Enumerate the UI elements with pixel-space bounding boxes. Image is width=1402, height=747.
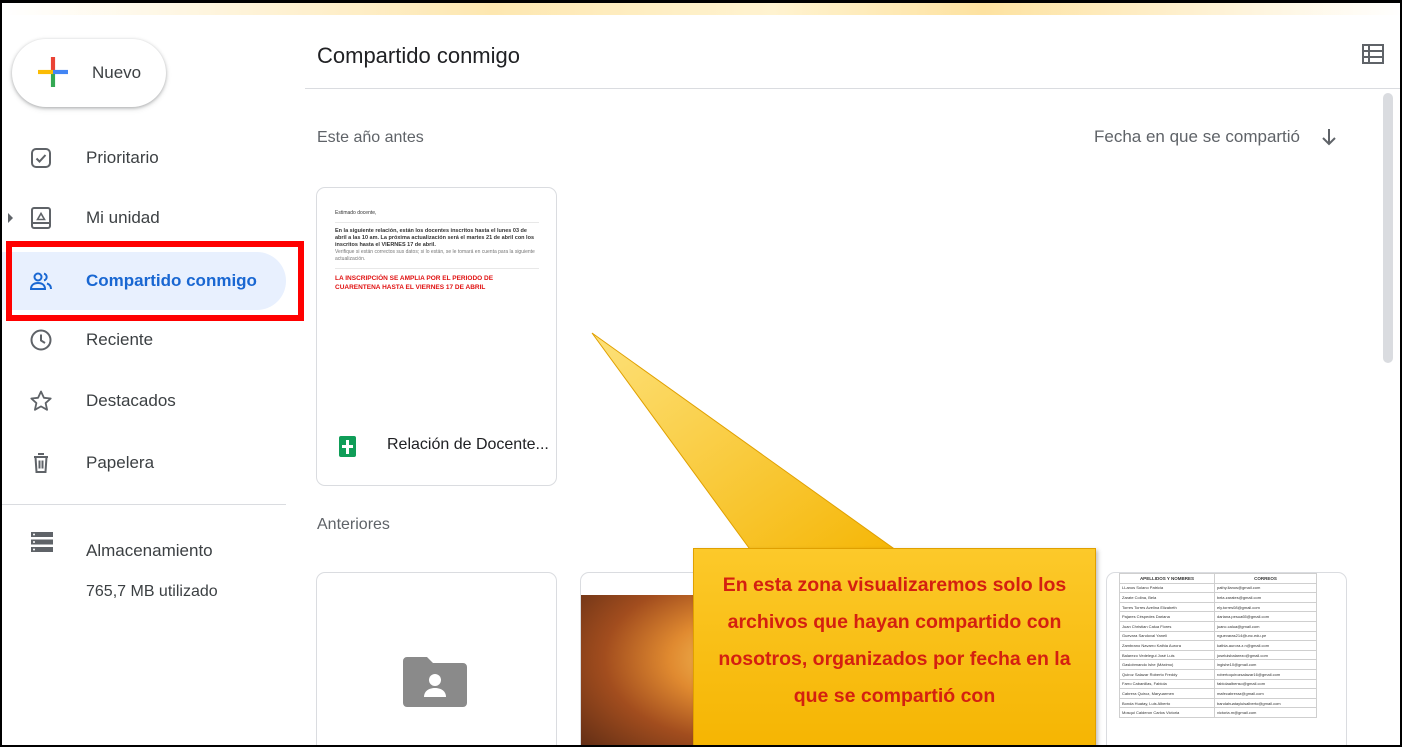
priority-check-icon [31,148,51,168]
table-row: Balarezo Vedelegui José Luis joseluisbala… [1119,649,1318,661]
table-row: Zarate Colina, Bela bela.zarates@gmail.co… [1119,592,1318,603]
table-row: Cabrera Quiroz, Maryuarmen mafecabreraz@g… [1119,688,1318,699]
section-heading: Este año antes [317,129,424,146]
expand-arrow-icon[interactable] [7,212,15,224]
section-heading: Anteriores [317,516,390,533]
file-name: Relación de Docente... [387,436,549,453]
top-decoration [2,3,1400,15]
table-cell: Quiroz Salazar Roberto Freddy [1119,668,1215,680]
table-cell: bandahuatayluisalberto@gmail.com [1213,697,1318,709]
sheet-thumbnail: APELLIDOS Y NOMBRES CORREOS LLanos Solano… [1119,573,1318,718]
page-title: Compartido conmigo [317,43,520,68]
star-icon [30,390,52,411]
sidebar-item-label: Reciente [86,330,154,349]
sheets-icon [339,436,356,457]
clock-icon [30,329,52,351]
table-cell: robertoquirozsalazar16@gmail.com [1213,668,1318,680]
sidebar-item-label: Prioritario [86,148,159,167]
sort-button[interactable]: Fecha en que se compartió [1094,127,1300,147]
table-row: LLanos Solano Patricia pathy.llanos@gmail… [1119,582,1318,594]
preview-red-text: LA INSCRIPCIÓN SE AMPLIA POR EL PERIODO … [335,275,494,291]
new-button[interactable]: Nuevo [12,39,166,107]
table-row: Juan Christian Calua Flores juanc.calua@g… [1119,620,1318,632]
callout-box: En esta zona visualizaremos solo los arc… [693,548,1096,745]
sidebar-item-label: Mi unidad [86,208,160,227]
drive-icon [31,207,51,229]
table-cell: Zarate Colina, Bela [1119,592,1215,603]
sidebar-item-priority[interactable]: Prioritario [2,129,286,187]
table-cell: Guevara Sandoval Yaneli [1119,630,1215,642]
header-divider [305,88,1400,89]
file-card[interactable]: Estimado docente, En la siguiente relaci… [316,187,557,486]
sheet-card[interactable]: APELLIDOS Y NOMBRES CORREOS LLanos Solano… [1106,572,1347,745]
table-cell: dariana.pesua65@gmail.com [1213,611,1318,622]
table-row: Torres Torres Avelina Elizabeth ely.torre… [1119,601,1318,613]
window-frame: Nuevo Prioritario Mi unidad Compartido c… [0,0,1402,747]
storage-used: 765,7 MB utilizado [86,583,218,600]
table-cell: victoria.m@gmail.com [1213,707,1318,718]
preview-text: En la siguiente relación, están los doce… [335,228,535,248]
shared-folder-icon [403,657,467,707]
table-cell: Balarezo Vedelegui José Luis [1119,649,1215,661]
sidebar-item-my-drive[interactable]: Mi unidad [2,189,286,247]
table-row: Farro Cabanillas, Fabiola fabiolaalbenso@… [1119,678,1318,690]
plus-icon [38,57,68,87]
table-cell: ely.torres08@gmail.com [1213,601,1318,613]
table-row: Bonda Huatay, Luis Alberto bandahuataylui… [1119,697,1318,709]
new-button-label: Nuevo [92,63,142,82]
table-row: Quiroz Salazar Roberto Freddy robertoquir… [1119,668,1318,680]
trash-icon [34,453,48,473]
table-row: Gaslobmando Ishe (Máximo) ingishe10@gmail… [1119,659,1318,670]
sidebar-item-label: Papelera [86,453,155,472]
callout-text: En esta zona visualizaremos solo los arc… [718,574,1071,707]
table-row: Zambrano Navarro Kathia Aurora kathia.aur… [1119,640,1318,651]
table-cell: joseluisbalarezo@gmail.com [1213,649,1318,661]
table-cell: Zambrano Navarro Kathia Aurora [1119,640,1215,651]
file-card-footer: Relación de Docente... [317,419,556,485]
table-cell: LLanos Solano Patricia [1119,582,1215,594]
table-cell: Pajares Céspedes Dariana [1119,611,1215,622]
scrollbar[interactable] [1383,93,1393,363]
table-cell: nguevaras214@unc.edu.pe [1213,630,1318,642]
table-cell: Gaslobmando Ishe (Máximo) [1119,659,1215,670]
sidebar-item-starred[interactable]: Destacados [2,372,286,430]
storage-label[interactable]: Almacenamiento [86,541,213,561]
table-cell: mafecabreraz@gmail.com [1213,688,1318,699]
table-cell: juanc.calua@gmail.com [1213,620,1318,632]
sidebar-item-label: Destacados [86,391,176,410]
highlight-box [6,241,304,321]
table-row: Pajares Céspedes Dariana dariana.pesua65@… [1119,611,1318,622]
table-cell: Mosqui Calderon Carlos Victoria [1119,707,1215,718]
preview-text: Estimado docente, [335,210,377,216]
file-thumbnail: Estimado docente, En la siguiente relaci… [335,210,539,292]
table-cell: Farro Cabanillas, Fabiola [1119,678,1215,690]
arrow-down-icon[interactable] [1320,127,1338,147]
table-cell: fabiolaalbenso@gmail.com [1213,678,1318,690]
storage-icon [31,532,53,552]
table-cell: ingishe10@gmail.com [1213,659,1318,670]
table-cell: Juan Christian Calua Flores [1119,620,1215,632]
table-cell: bela.zarates@gmail.com [1213,592,1318,603]
table-cell: Bonda Huatay, Luis Alberto [1119,697,1215,709]
sidebar-item-recent[interactable]: Reciente [2,311,286,369]
table-row: Mosqui Calderon Carlos Victoria victoria.… [1119,707,1318,718]
folder-card[interactable] [316,572,557,745]
table-cell: Torres Torres Avelina Elizabeth [1119,601,1215,613]
table-row: Guevara Sandoval Yaneli nguevaras214@unc.… [1119,630,1318,642]
table-cell: Cabrera Quiroz, Maryuarmen [1119,688,1215,699]
list-view-icon[interactable] [1362,44,1384,64]
preview-text: Verifique si están correctos sus datos; … [335,249,535,262]
sidebar-item-trash[interactable]: Papelera [2,434,286,492]
table-cell: kathia.aurora.z.n@gmail.com [1213,640,1318,651]
sidebar-divider [2,504,286,505]
table-cell: pathy.llanos@gmail.com [1213,582,1318,594]
